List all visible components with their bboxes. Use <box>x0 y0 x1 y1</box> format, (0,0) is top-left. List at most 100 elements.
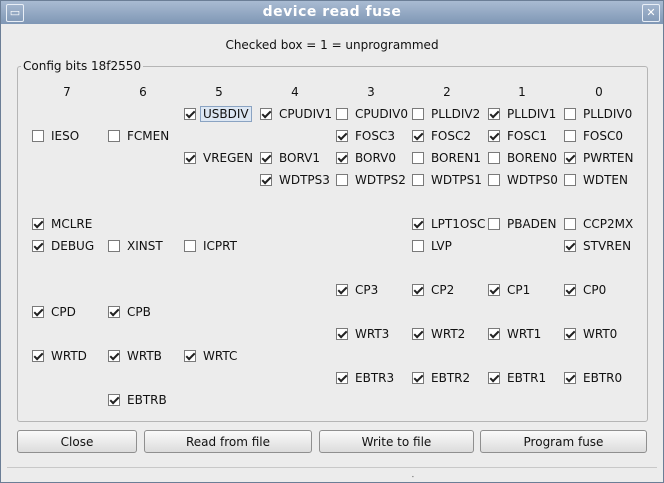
checkbox-box[interactable] <box>564 240 576 252</box>
checkbox-cp1[interactable]: CP1 <box>488 281 530 299</box>
checkbox-ccp2mx[interactable]: CCP2MX <box>564 215 633 233</box>
checkbox-cpd[interactable]: CPD <box>32 303 76 321</box>
checkbox-boren1[interactable]: BOREN1 <box>412 149 481 167</box>
checkbox-box[interactable] <box>32 350 44 362</box>
checkbox-ebtr3[interactable]: EBTR3 <box>336 369 394 387</box>
write-to-file-button[interactable]: Write to file <box>319 430 474 453</box>
checkbox-wrt3[interactable]: WRT3 <box>336 325 389 343</box>
checkbox-debug[interactable]: DEBUG <box>32 237 94 255</box>
checkbox-box[interactable] <box>336 284 348 296</box>
checkbox-wrt2[interactable]: WRT2 <box>412 325 465 343</box>
checkbox-box[interactable] <box>108 240 120 252</box>
close-icon[interactable]: ✕ <box>642 4 660 22</box>
checkbox-box[interactable] <box>412 108 424 120</box>
checkbox-box[interactable] <box>32 240 44 252</box>
checkbox-ebtrb[interactable]: EBTRB <box>108 391 167 409</box>
checkbox-box[interactable] <box>336 152 348 164</box>
checkbox-box[interactable] <box>564 372 576 384</box>
checkbox-wdten[interactable]: WDTEN <box>564 171 628 189</box>
checkbox-box[interactable] <box>108 130 120 142</box>
checkbox-box[interactable] <box>564 130 576 142</box>
checkbox-ebtr0[interactable]: EBTR0 <box>564 369 622 387</box>
checkbox-wdtps3[interactable]: WDTPS3 <box>260 171 330 189</box>
checkbox-box[interactable] <box>488 108 500 120</box>
checkbox-box[interactable] <box>488 218 500 230</box>
checkbox-box[interactable] <box>32 130 44 142</box>
checkbox-borv0[interactable]: BORV0 <box>336 149 396 167</box>
checkbox-lvp[interactable]: LVP <box>412 237 452 255</box>
checkbox-box[interactable] <box>488 152 500 164</box>
checkbox-fosc0[interactable]: FOSC0 <box>564 127 623 145</box>
checkbox-cp3[interactable]: CP3 <box>336 281 378 299</box>
checkbox-icprt[interactable]: ICPRT <box>184 237 237 255</box>
title-bar[interactable]: ▭ device read fuse ✕ <box>1 1 663 24</box>
checkbox-box[interactable] <box>32 306 44 318</box>
checkbox-wdtps2[interactable]: WDTPS2 <box>336 171 406 189</box>
program-fuse-button[interactable]: Program fuse <box>480 430 647 453</box>
checkbox-plldiv1[interactable]: PLLDIV1 <box>488 105 556 123</box>
checkbox-cp2[interactable]: CP2 <box>412 281 454 299</box>
checkbox-box[interactable] <box>412 130 424 142</box>
checkbox-box[interactable] <box>184 152 196 164</box>
checkbox-plldiv2[interactable]: PLLDIV2 <box>412 105 480 123</box>
checkbox-fcmen[interactable]: FCMEN <box>108 127 169 145</box>
checkbox-box[interactable] <box>412 174 424 186</box>
checkbox-boren0[interactable]: BOREN0 <box>488 149 557 167</box>
checkbox-wdtps0[interactable]: WDTPS0 <box>488 171 558 189</box>
checkbox-box[interactable] <box>488 174 500 186</box>
checkbox-box[interactable] <box>184 240 196 252</box>
checkbox-plldiv0[interactable]: PLLDIV0 <box>564 105 632 123</box>
checkbox-cpb[interactable]: CPB <box>108 303 151 321</box>
checkbox-wrt0[interactable]: WRT0 <box>564 325 617 343</box>
checkbox-box[interactable] <box>412 284 424 296</box>
checkbox-box[interactable] <box>412 218 424 230</box>
checkbox-wrt1[interactable]: WRT1 <box>488 325 541 343</box>
checkbox-cpudiv1[interactable]: CPUDIV1 <box>260 105 332 123</box>
resize-grip-icon[interactable]: ⠂ <box>411 473 417 482</box>
checkbox-ieso[interactable]: IESO <box>32 127 79 145</box>
checkbox-box[interactable] <box>260 108 272 120</box>
checkbox-pbaden[interactable]: PBADEN <box>488 215 556 233</box>
checkbox-box[interactable] <box>336 130 348 142</box>
checkbox-wrtc[interactable]: WRTC <box>184 347 237 365</box>
checkbox-fosc1[interactable]: FOSC1 <box>488 127 547 145</box>
checkbox-box[interactable] <box>488 328 500 340</box>
checkbox-box[interactable] <box>564 174 576 186</box>
checkbox-wdtps1[interactable]: WDTPS1 <box>412 171 482 189</box>
checkbox-box[interactable] <box>32 218 44 230</box>
checkbox-wrtd[interactable]: WRTD <box>32 347 87 365</box>
checkbox-pwrten[interactable]: PWRTEN <box>564 149 633 167</box>
checkbox-box[interactable] <box>564 108 576 120</box>
checkbox-lpt1osc[interactable]: LPT1OSC <box>412 215 485 233</box>
checkbox-cpudiv0[interactable]: CPUDIV0 <box>336 105 408 123</box>
checkbox-fosc2[interactable]: FOSC2 <box>412 127 471 145</box>
checkbox-box[interactable] <box>564 152 576 164</box>
checkbox-box[interactable] <box>488 130 500 142</box>
checkbox-stvren[interactable]: STVREN <box>564 237 631 255</box>
read-from-file-button[interactable]: Read from file <box>144 430 312 453</box>
checkbox-box[interactable] <box>412 328 424 340</box>
checkbox-fosc3[interactable]: FOSC3 <box>336 127 395 145</box>
checkbox-box[interactable] <box>336 328 348 340</box>
checkbox-box[interactable] <box>412 240 424 252</box>
checkbox-box[interactable] <box>564 284 576 296</box>
checkbox-box[interactable] <box>336 174 348 186</box>
checkbox-usbdiv[interactable]: USBDIV <box>184 105 252 123</box>
checkbox-box[interactable] <box>260 174 272 186</box>
checkbox-box[interactable] <box>564 218 576 230</box>
checkbox-box[interactable] <box>108 394 120 406</box>
checkbox-xinst[interactable]: XINST <box>108 237 163 255</box>
checkbox-cp0[interactable]: CP0 <box>564 281 606 299</box>
checkbox-ebtr1[interactable]: EBTR1 <box>488 369 546 387</box>
checkbox-box[interactable] <box>412 372 424 384</box>
checkbox-box[interactable] <box>108 350 120 362</box>
checkbox-box[interactable] <box>184 350 196 362</box>
checkbox-wrtb[interactable]: WRTB <box>108 347 162 365</box>
checkbox-box[interactable] <box>336 372 348 384</box>
checkbox-box[interactable] <box>336 108 348 120</box>
checkbox-box[interactable] <box>488 284 500 296</box>
checkbox-box[interactable] <box>184 108 196 120</box>
checkbox-box[interactable] <box>412 152 424 164</box>
checkbox-mclre[interactable]: MCLRE <box>32 215 92 233</box>
checkbox-ebtr2[interactable]: EBTR2 <box>412 369 470 387</box>
